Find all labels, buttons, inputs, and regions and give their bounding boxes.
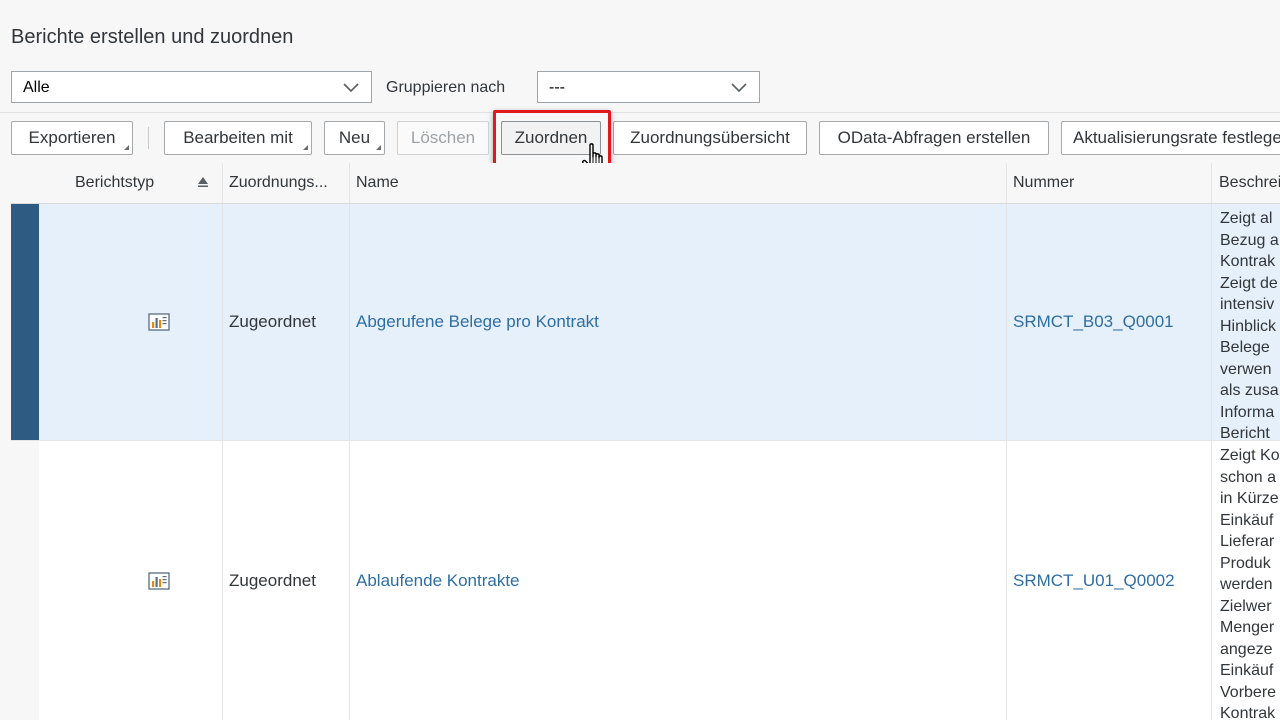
assignment-cell: Zugeordnet [223, 441, 350, 720]
status-filter-select[interactable]: Alle [11, 71, 372, 103]
refresh-rate-button-label: Aktualisierungsrate festlegen [1073, 128, 1280, 147]
menu-corner-icon [303, 145, 308, 150]
row-selection-indicator[interactable] [11, 204, 39, 440]
odata-queries-button-label: OData-Abfragen erstellen [837, 128, 1031, 147]
assignment-overview-button[interactable]: Zuordnungsübersicht [613, 121, 807, 155]
description-line: in Kürze [1220, 490, 1279, 507]
group-by-label: Gruppieren nach [386, 79, 506, 96]
description-line: Kontrak [1220, 253, 1276, 270]
description-line: Hinblick [1220, 317, 1277, 335]
toolbar-divider [0, 112, 1280, 113]
description-line: Lieferar [1220, 533, 1275, 550]
description-line: Einkäuf [1220, 662, 1274, 679]
delete-button[interactable]: Löschen [397, 121, 489, 155]
report-name-link[interactable]: Abgerufene Belege pro Kontrakt [356, 312, 599, 332]
report-chart-icon [148, 571, 170, 590]
description-line: Informa [1220, 403, 1275, 421]
status-filter-value: Alle [23, 79, 50, 96]
sort-ascending-icon [198, 177, 208, 187]
column-header-name[interactable]: Name [350, 163, 1007, 203]
odata-queries-button[interactable]: OData-Abfragen erstellen [819, 121, 1049, 155]
report-chart-icon [148, 313, 170, 331]
group-by-value: --- [549, 79, 565, 96]
description-line: Bezug a [1220, 231, 1279, 249]
number-cell: SRMCT_U01_Q0002 [1007, 441, 1212, 720]
new-button[interactable]: Neu [324, 121, 385, 155]
assignment-cell: Zugeordnet [223, 204, 350, 440]
description-line: verwen [1220, 360, 1272, 378]
new-button-label: Neu [338, 128, 371, 147]
table-row[interactable]: Zugeordnet Ablaufende Kontrakte SRMCT_U0… [11, 441, 1280, 720]
chevron-down-icon [731, 83, 747, 93]
description-line: werden [1220, 576, 1273, 593]
assignment-status: Zugeordnet [229, 570, 316, 590]
table-header: Berichtstyp Zuordnungs... Name Nummer Be… [11, 163, 1280, 204]
column-header-assignment[interactable]: Zuordnungs... [223, 163, 350, 203]
report-name-link[interactable]: Ablaufende Kontrakte [356, 571, 520, 591]
group-by-select[interactable]: --- [537, 71, 760, 103]
description-line: intensiv [1220, 296, 1275, 313]
row-selection-indicator[interactable] [11, 441, 39, 720]
number-cell: SRMCT_B03_Q0001 [1007, 204, 1212, 440]
description-line: Zeigt Ko [1220, 447, 1280, 464]
description-line: Einkäuf [1220, 511, 1274, 529]
select-all-cell[interactable] [11, 163, 39, 203]
description-line: als zusa [1220, 382, 1279, 399]
description-line: Zeigt al [1220, 210, 1273, 227]
name-cell: Abgerufene Belege pro Kontrakt [350, 204, 1007, 440]
table-row[interactable]: Zugeordnet Abgerufene Belege pro Kontrak… [11, 204, 1280, 441]
description-line: Menger [1220, 619, 1275, 636]
page-title: Berichte erstellen und zuordnen [11, 26, 294, 48]
chevron-down-icon [343, 83, 359, 93]
edit-with-button[interactable]: Bearbeiten mit [164, 121, 312, 155]
edit-with-button-label: Bearbeiten mit [183, 128, 293, 147]
assignment-status: Zugeordnet [229, 312, 316, 331]
refresh-rate-button[interactable]: Aktualisierungsrate festlegen [1061, 121, 1280, 155]
report-type-cell [39, 204, 223, 440]
column-header-type-label: Berichtstyp [75, 174, 155, 191]
menu-corner-icon [376, 145, 381, 150]
menu-corner-icon [124, 145, 129, 150]
assignment-overview-button-label: Zuordnungsübersicht [630, 128, 790, 147]
delete-button-label: Löschen [410, 128, 476, 147]
report-number-link[interactable]: SRMCT_U01_Q0002 [1013, 571, 1175, 591]
toolbar-separator [148, 127, 149, 149]
description-line: angeze [1220, 640, 1273, 658]
column-header-number-label: Nummer [1013, 174, 1075, 191]
description-line: Vorbere [1220, 683, 1277, 701]
description-line: Produk [1220, 554, 1271, 572]
column-header-description[interactable]: Beschreibung [1212, 163, 1280, 203]
report-number-link[interactable]: SRMCT_B03_Q0001 [1013, 312, 1174, 332]
report-type-cell [39, 441, 223, 720]
column-header-description-label: Beschreibung [1219, 174, 1280, 191]
export-button-label: Exportieren [28, 128, 116, 147]
description-line: schon a [1220, 468, 1277, 486]
description-line: Zeigt de [1220, 274, 1278, 292]
export-button[interactable]: Exportieren [11, 121, 133, 155]
name-cell: Ablaufende Kontrakte [350, 441, 1007, 720]
column-header-number[interactable]: Nummer [1007, 163, 1212, 203]
description-cell: Zeigt Ko schon a in Kürze Einkäuf Liefer… [1212, 441, 1280, 720]
description-line: Bericht [1220, 425, 1270, 440]
column-header-assignment-label: Zuordnungs... [229, 174, 328, 191]
description-line: Zielwer [1220, 597, 1272, 615]
description-cell: Zeigt al Bezug a Kontrak Zeigt de intens… [1212, 204, 1280, 440]
column-header-name-label: Name [356, 174, 399, 191]
description-line: Kontrak [1220, 705, 1276, 720]
description-line: Belege [1220, 339, 1270, 356]
